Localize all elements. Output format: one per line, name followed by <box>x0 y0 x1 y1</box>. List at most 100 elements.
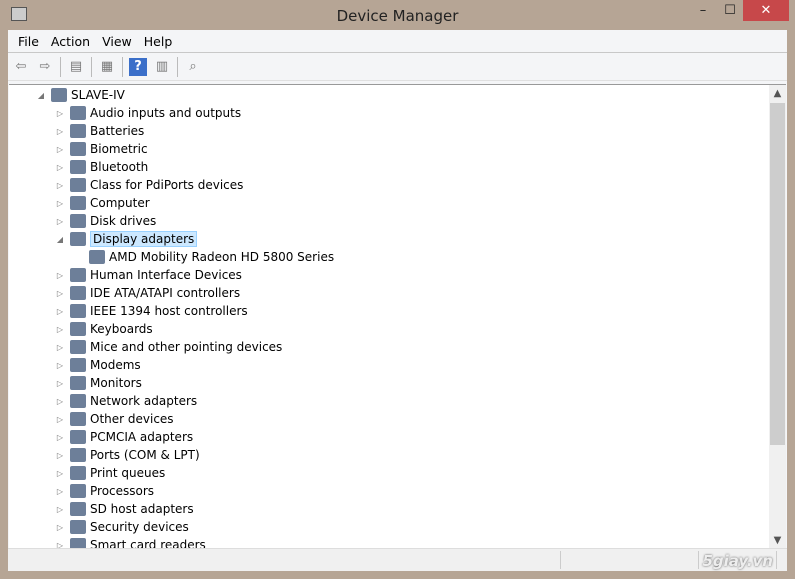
expand-arrow-icon[interactable]: ▷ <box>55 451 65 460</box>
toolbar-separator <box>91 56 92 77</box>
expand-arrow-icon[interactable]: ▷ <box>55 145 65 154</box>
disk-drive-icon <box>70 214 86 228</box>
expand-arrow-icon[interactable]: ▷ <box>55 415 65 424</box>
tree-item[interactable]: ▷ Batteries <box>55 122 144 140</box>
tree-item-label: Modems <box>90 358 141 372</box>
collapse-arrow-icon[interactable]: ◢ <box>55 235 65 244</box>
action-pane-button[interactable]: ▥ <box>153 58 171 76</box>
tree-item[interactable]: ▷ Ports (COM & LPT) <box>55 446 200 464</box>
tree-item-label: Class for PdiPorts devices <box>90 178 244 192</box>
tree-item[interactable]: ▷ IEEE 1394 host controllers <box>55 302 248 320</box>
tree-item-label: Ports (COM & LPT) <box>90 448 200 462</box>
tree-item[interactable]: ▷ Smart card readers <box>55 536 206 548</box>
window-client: File Action View Help ⇦ ⇨ ▤ ▦? ▥ ⌕ ▲ ▼ ◢ SLAVE-IV… <box>8 30 787 571</box>
tree-item[interactable]: ▷ Other devices <box>55 410 174 428</box>
show-hide-console-tree-icon: ▤ <box>69 59 83 74</box>
expand-arrow-icon[interactable]: ▷ <box>55 199 65 208</box>
menu-action[interactable]: Action <box>45 34 96 49</box>
tree-item[interactable]: ◢ SLAVE-IV <box>36 86 125 104</box>
expand-arrow-icon[interactable]: ▷ <box>55 271 65 280</box>
back-arrow-button[interactable]: ⇦ <box>12 58 30 76</box>
expand-arrow-icon[interactable]: ▷ <box>55 127 65 136</box>
show-hide-console-tree-button[interactable]: ▤ <box>67 58 85 76</box>
expand-arrow-icon[interactable]: ▷ <box>55 523 65 532</box>
tree-item[interactable]: ◢ Display adapters <box>55 230 198 248</box>
expand-arrow-icon[interactable]: ▷ <box>55 487 65 496</box>
tree-item[interactable]: ▷ Modems <box>55 356 141 374</box>
tree-item[interactable]: ▷ Class for PdiPorts devices <box>55 176 243 194</box>
tree-item[interactable]: ▷ Print queues <box>55 464 165 482</box>
tree-item-label: Security devices <box>90 520 189 534</box>
expand-arrow-icon[interactable]: ▷ <box>55 505 65 514</box>
scan-hardware-button[interactable]: ⌕ <box>184 58 202 76</box>
expand-arrow-icon[interactable]: ▷ <box>55 541 65 549</box>
collapse-arrow-icon[interactable]: ◢ <box>36 91 46 100</box>
scrollbar-thumb[interactable] <box>770 103 785 445</box>
properties-icon: ▦ <box>100 59 114 74</box>
tree-item[interactable]: AMD Mobility Radeon HD 5800 Series <box>74 248 334 266</box>
tree-item[interactable]: ▷ Biometric <box>55 140 148 158</box>
tree-item[interactable]: ▷ Monitors <box>55 374 142 392</box>
expand-arrow-icon[interactable]: ▷ <box>55 469 65 478</box>
sd-card-icon <box>70 502 86 516</box>
device-class-icon <box>70 178 86 192</box>
forward-arrow-button[interactable]: ⇨ <box>36 58 54 76</box>
unknown-device-icon <box>70 412 86 426</box>
watermark: 5giay.vn <box>702 552 773 570</box>
menu-help[interactable]: Help <box>138 34 179 49</box>
expand-arrow-icon[interactable]: ▷ <box>55 325 65 334</box>
tree-item[interactable]: ▷ Network adapters <box>55 392 197 410</box>
tree-item[interactable]: ▷ Human Interface Devices <box>55 266 242 284</box>
tree-item[interactable]: ▷ Disk drives <box>55 212 156 230</box>
expand-arrow-icon[interactable]: ▷ <box>55 289 65 298</box>
menu-view[interactable]: View <box>96 34 138 49</box>
help-button[interactable]: ? <box>129 57 147 76</box>
tree-item[interactable]: ▷ Processors <box>55 482 154 500</box>
device-tree[interactable]: ▲ ▼ ◢ SLAVE-IV ▷ Audio inputs and outputs ▷ B… <box>9 84 786 548</box>
vertical-scrollbar[interactable]: ▲ ▼ <box>769 85 786 548</box>
action-pane-icon: ▥ <box>155 59 169 74</box>
tree-item[interactable]: ▷ Mice and other pointing devices <box>55 338 282 356</box>
tree-item[interactable]: ▷ Audio inputs and outputs <box>55 104 241 122</box>
tree-item-label: SD host adapters <box>90 502 194 516</box>
expand-arrow-icon[interactable]: ▷ <box>55 379 65 388</box>
tree-item-label: Computer <box>90 196 150 210</box>
tree-item[interactable]: ▷ PCMCIA adapters <box>55 428 193 446</box>
toolbar-separator <box>60 56 61 77</box>
tree-item[interactable]: ▷ Keyboards <box>55 320 153 338</box>
expand-arrow-icon[interactable]: ▷ <box>55 217 65 226</box>
tree-item-label: SLAVE-IV <box>71 88 125 102</box>
expand-arrow-icon[interactable]: ▷ <box>55 163 65 172</box>
printer-icon <box>70 466 86 480</box>
expand-arrow-icon[interactable]: ▷ <box>55 433 65 442</box>
tree-item-label: Human Interface Devices <box>90 268 242 282</box>
close-button[interactable]: ✕ <box>743 0 789 21</box>
status-bar: 5giay.vn <box>8 548 787 571</box>
expand-arrow-icon[interactable]: ▷ <box>55 109 65 118</box>
properties-button[interactable]: ▦ <box>98 58 116 76</box>
computer-icon <box>51 88 67 102</box>
expand-arrow-icon[interactable]: ▷ <box>55 361 65 370</box>
scroll-up-icon[interactable]: ▲ <box>769 85 786 102</box>
monitor-icon <box>70 376 86 390</box>
expand-arrow-icon[interactable]: ▷ <box>55 307 65 316</box>
title-bar: Device Manager – ☐ ✕ <box>0 0 795 31</box>
hid-icon <box>70 268 86 282</box>
tree-item[interactable]: ▷ Security devices <box>55 518 189 536</box>
battery-icon <box>70 124 86 138</box>
tree-item-label: Keyboards <box>90 322 153 336</box>
menu-file[interactable]: File <box>12 34 45 49</box>
window-title: Device Manager <box>336 7 459 25</box>
tree-item[interactable]: ▷ IDE ATA/ATAPI controllers <box>55 284 240 302</box>
tree-item[interactable]: ▷ SD host adapters <box>55 500 194 518</box>
tree-item[interactable]: ▷ Computer <box>55 194 150 212</box>
expand-arrow-icon[interactable]: ▷ <box>55 181 65 190</box>
expand-arrow-icon[interactable]: ▷ <box>55 343 65 352</box>
processor-icon <box>70 484 86 498</box>
tree-item-label: IEEE 1394 host controllers <box>90 304 248 318</box>
expand-arrow-icon[interactable]: ▷ <box>55 397 65 406</box>
computer-icon <box>70 196 86 210</box>
tree-item[interactable]: ▷ Bluetooth <box>55 158 148 176</box>
tree-item-label: IDE ATA/ATAPI controllers <box>90 286 241 300</box>
scroll-down-icon[interactable]: ▼ <box>769 532 786 548</box>
